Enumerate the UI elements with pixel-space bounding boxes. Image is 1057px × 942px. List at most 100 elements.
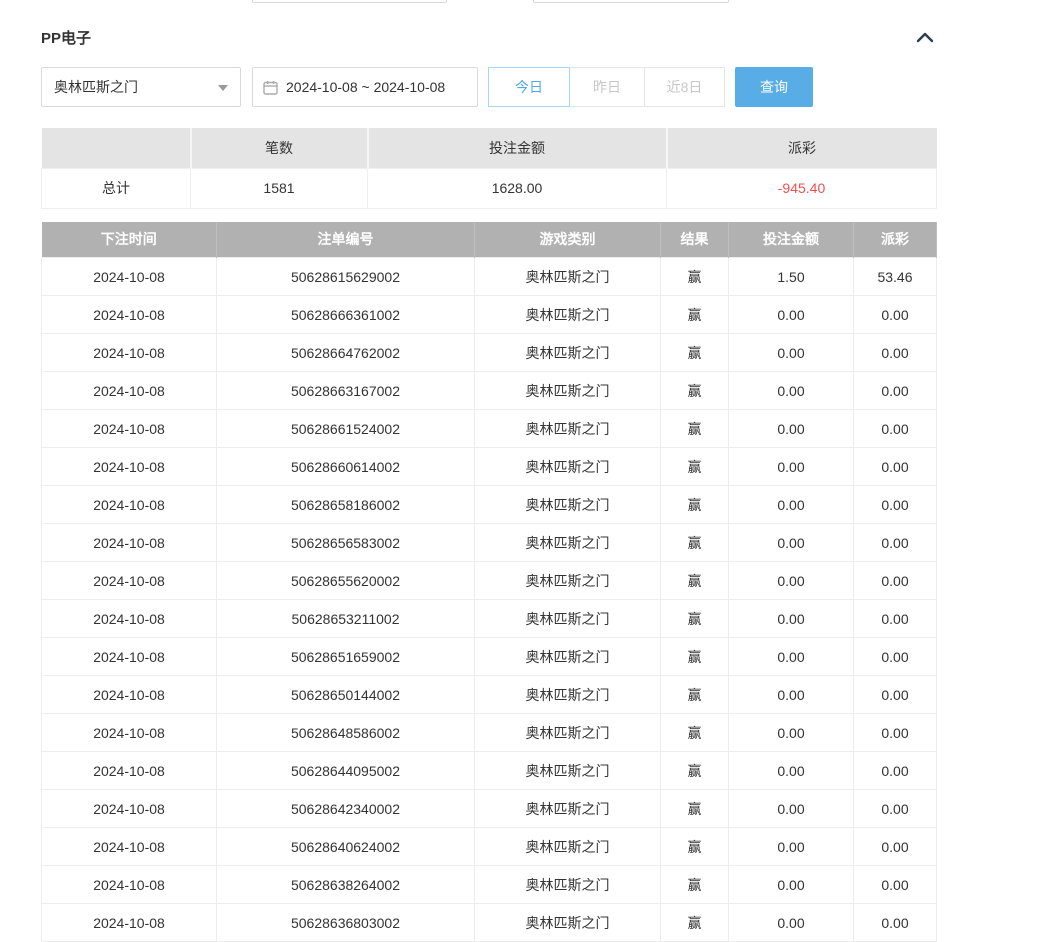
table-row: 2024-10-08 50628656583002 奥林匹斯之门 赢 0.00 …	[42, 524, 937, 562]
cell-game-type: 奥林匹斯之门	[475, 790, 661, 828]
cell-game-type: 奥林匹斯之门	[475, 524, 661, 562]
cell-bet-amount: 0.00	[729, 448, 854, 486]
cell-result: 赢	[661, 866, 729, 904]
summary-header-bet-amount: 投注金额	[368, 128, 667, 168]
cell-bet-id: 50628644095002	[217, 752, 475, 790]
section-header: PP电子	[41, 27, 936, 47]
cell-result: 赢	[661, 638, 729, 676]
table-row: 2024-10-08 50628650144002 奥林匹斯之门 赢 0.00 …	[42, 676, 937, 714]
cell-result: 赢	[661, 904, 729, 942]
detail-header-game-type: 游戏类别	[475, 222, 661, 258]
summary-total-label: 总计	[42, 168, 191, 208]
cell-bet-time: 2024-10-08	[42, 258, 217, 296]
cell-bet-amount: 0.00	[729, 828, 854, 866]
cell-game-type: 奥林匹斯之门	[475, 296, 661, 334]
cell-bet-amount: 0.00	[729, 524, 854, 562]
cell-bet-id: 50628656583002	[217, 524, 475, 562]
cell-payout: 53.46	[854, 258, 937, 296]
cell-bet-time: 2024-10-08	[42, 334, 217, 372]
detail-header-payout: 派彩	[854, 222, 937, 258]
cell-result: 赢	[661, 790, 729, 828]
detail-header-bet-time: 下注时间	[42, 222, 217, 258]
cell-bet-amount: 0.00	[729, 790, 854, 828]
cell-result: 赢	[661, 600, 729, 638]
cell-bet-id: 50628615629002	[217, 258, 475, 296]
collapse-button[interactable]	[914, 30, 936, 45]
cell-game-type: 奥林匹斯之门	[475, 714, 661, 752]
cell-bet-id: 50628666361002	[217, 296, 475, 334]
cell-payout: 0.00	[854, 524, 937, 562]
cell-bet-id: 50628636803002	[217, 904, 475, 942]
summary-bet-amount-value: 1628.00	[368, 168, 667, 208]
cell-bet-id: 50628655620002	[217, 562, 475, 600]
cell-game-type: 奥林匹斯之门	[475, 448, 661, 486]
date-range-input[interactable]: 2024-10-08 ~ 2024-10-08	[252, 67, 478, 107]
cell-game-type: 奥林匹斯之门	[475, 752, 661, 790]
cell-game-type: 奥林匹斯之门	[475, 410, 661, 448]
chevron-down-icon	[218, 85, 228, 91]
cell-bet-id: 50628653211002	[217, 600, 475, 638]
cell-bet-time: 2024-10-08	[42, 524, 217, 562]
cell-bet-amount: 0.00	[729, 676, 854, 714]
cell-result: 赢	[661, 258, 729, 296]
table-row: 2024-10-08 50628658186002 奥林匹斯之门 赢 0.00 …	[42, 486, 937, 524]
today-button[interactable]: 今日	[488, 67, 570, 107]
cell-payout: 0.00	[854, 828, 937, 866]
table-row: 2024-10-08 50628651659002 奥林匹斯之门 赢 0.00 …	[42, 638, 937, 676]
cell-payout: 0.00	[854, 904, 937, 942]
table-row: 2024-10-08 50628661524002 奥林匹斯之门 赢 0.00 …	[42, 410, 937, 448]
section-title: PP电子	[41, 27, 91, 48]
cell-payout: 0.00	[854, 752, 937, 790]
cell-bet-time: 2024-10-08	[42, 372, 217, 410]
last8days-button[interactable]: 近8日	[644, 67, 725, 107]
cell-game-type: 奥林匹斯之门	[475, 828, 661, 866]
cell-game-type: 奥林匹斯之门	[475, 638, 661, 676]
cell-bet-id: 50628640624002	[217, 828, 475, 866]
cell-bet-id: 50628648586002	[217, 714, 475, 752]
table-row: 2024-10-08 50628642340002 奥林匹斯之门 赢 0.00 …	[42, 790, 937, 828]
cell-result: 赢	[661, 296, 729, 334]
cell-bet-amount: 1.50	[729, 258, 854, 296]
cell-result: 赢	[661, 714, 729, 752]
query-button[interactable]: 查询	[735, 67, 813, 107]
cell-game-type: 奥林匹斯之门	[475, 600, 661, 638]
cell-game-type: 奥林匹斯之门	[475, 486, 661, 524]
cell-bet-amount: 0.00	[729, 904, 854, 942]
cell-bet-time: 2024-10-08	[42, 562, 217, 600]
cell-payout: 0.00	[854, 790, 937, 828]
game-select[interactable]: 奥林匹斯之门	[41, 67, 241, 107]
cell-bet-amount: 0.00	[729, 334, 854, 372]
cell-bet-time: 2024-10-08	[42, 866, 217, 904]
cell-bet-time: 2024-10-08	[42, 828, 217, 866]
detail-table-body: 2024-10-08 50628615629002 奥林匹斯之门 赢 1.50 …	[42, 258, 937, 942]
cell-bet-id: 50628660614002	[217, 448, 475, 486]
cell-bet-time: 2024-10-08	[42, 296, 217, 334]
cell-payout: 0.00	[854, 866, 937, 904]
cell-bet-time: 2024-10-08	[42, 714, 217, 752]
cell-bet-time: 2024-10-08	[42, 600, 217, 638]
cell-payout: 0.00	[854, 410, 937, 448]
cell-result: 赢	[661, 410, 729, 448]
cell-payout: 0.00	[854, 600, 937, 638]
detail-header-bet-id: 注单编号	[217, 222, 475, 258]
table-row: 2024-10-08 50628644095002 奥林匹斯之门 赢 0.00 …	[42, 752, 937, 790]
cell-payout: 0.00	[854, 638, 937, 676]
cell-bet-time: 2024-10-08	[42, 790, 217, 828]
summary-count-value: 1581	[191, 168, 368, 208]
table-row: 2024-10-08 50628664762002 奥林匹斯之门 赢 0.00 …	[42, 334, 937, 372]
cell-bet-time: 2024-10-08	[42, 410, 217, 448]
summary-header-payout: 派彩	[667, 128, 937, 168]
table-row: 2024-10-08 50628638264002 奥林匹斯之门 赢 0.00 …	[42, 866, 937, 904]
cell-bet-amount: 0.00	[729, 752, 854, 790]
summary-total-row: 总计 1581 1628.00 -945.40	[42, 168, 937, 208]
cell-payout: 0.00	[854, 296, 937, 334]
table-row: 2024-10-08 50628655620002 奥林匹斯之门 赢 0.00 …	[42, 562, 937, 600]
cell-game-type: 奥林匹斯之门	[475, 562, 661, 600]
cell-game-type: 奥林匹斯之门	[475, 372, 661, 410]
cell-bet-amount: 0.00	[729, 372, 854, 410]
table-row: 2024-10-08 50628660614002 奥林匹斯之门 赢 0.00 …	[42, 448, 937, 486]
cell-bet-amount: 0.00	[729, 714, 854, 752]
cell-bet-amount: 0.00	[729, 600, 854, 638]
yesterday-button[interactable]: 昨日	[569, 67, 645, 107]
pp-electronic-section: PP电子 奥林匹斯之门 2024-10-08 ~ 202	[41, 0, 936, 942]
